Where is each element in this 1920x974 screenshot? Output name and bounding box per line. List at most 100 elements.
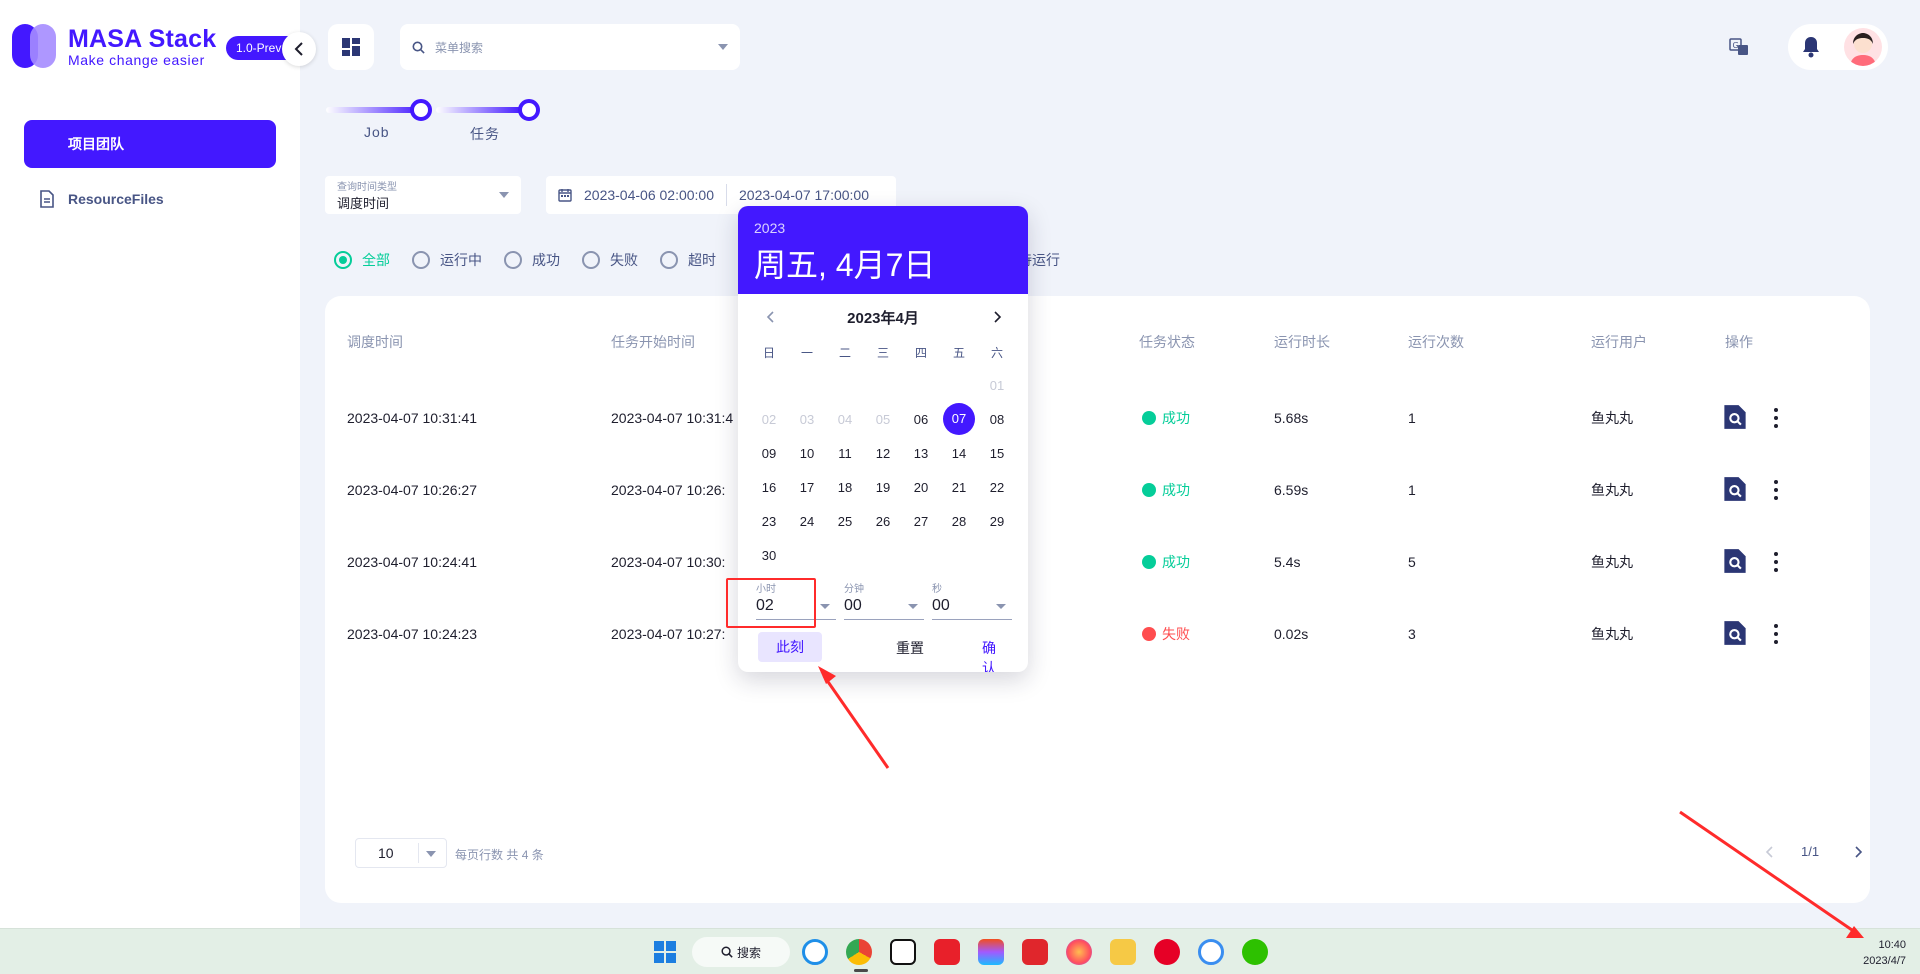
now-button[interactable]: 此刻: [758, 632, 822, 662]
second-field[interactable]: 秒 00: [932, 580, 1012, 620]
bell-icon: [1803, 37, 1819, 58]
day-18[interactable]: 18: [826, 480, 864, 495]
day-10[interactable]: 10: [788, 446, 826, 461]
more-vertical-icon[interactable]: [1771, 622, 1781, 646]
day-14[interactable]: 14: [940, 446, 978, 461]
day-29[interactable]: 29: [978, 514, 1016, 529]
cell-schedule-time: 2023-04-07 10:31:41: [347, 410, 477, 426]
day-06[interactable]: 06: [902, 412, 940, 427]
netease-music-icon[interactable]: [1154, 939, 1180, 965]
dashboard-button[interactable]: [328, 24, 374, 70]
more-vertical-icon[interactable]: [1771, 478, 1781, 502]
radio-all[interactable]: 全部: [334, 250, 390, 270]
browser-app-icon[interactable]: [1198, 939, 1224, 965]
table-row[interactable]: 2023-04-07 10:24:41 2023-04-07 10:30: 成功 5.…: [325, 549, 1870, 612]
day-28[interactable]: 28: [940, 514, 978, 529]
weekday-label: 一: [800, 345, 813, 360]
radio-failed[interactable]: 失败: [582, 250, 638, 270]
header-schedule-time: 调度时间: [347, 334, 403, 350]
copilot-app-icon[interactable]: [802, 939, 828, 965]
windows-start-icon[interactable]: [654, 941, 676, 963]
reset-button[interactable]: 重置: [896, 638, 924, 658]
day-23[interactable]: 23: [750, 514, 788, 529]
chevron-right-icon[interactable]: [1855, 845, 1863, 858]
table-row[interactable]: 2023-04-07 10:24:23 2023-04-07 10:27: 失败 0.…: [325, 621, 1870, 684]
app-subtitle: Make change easier: [68, 52, 205, 68]
day-30[interactable]: 30: [750, 548, 788, 563]
app-logo[interactable]: MASA Stack Make change easier: [12, 24, 216, 70]
wechat-app-icon[interactable]: [1242, 939, 1268, 965]
confirm-button[interactable]: 确认: [982, 638, 1008, 672]
cell-duration: 5.68s: [1274, 410, 1309, 426]
view-log-icon[interactable]: [1724, 548, 1746, 574]
notion-app-icon[interactable]: [890, 939, 916, 965]
day-21[interactable]: 21: [940, 480, 978, 495]
view-log-icon[interactable]: [1724, 404, 1746, 430]
more-vertical-icon[interactable]: [1771, 406, 1781, 430]
day-24[interactable]: 24: [788, 514, 826, 529]
picker-month-title[interactable]: 2023年4月: [847, 307, 919, 328]
day-09[interactable]: 09: [750, 446, 788, 461]
radio-running[interactable]: 运行中: [412, 250, 482, 270]
table-row[interactable]: 2023-04-07 10:26:27 2023-04-07 10:26: 成功 6.…: [325, 477, 1870, 540]
header-duration: 运行时长: [1274, 334, 1330, 350]
chrome-app-icon[interactable]: [846, 939, 872, 965]
chevron-down-icon: [499, 192, 509, 198]
day-11[interactable]: 11: [826, 446, 864, 461]
range-end[interactable]: 2023-04-07 17:00:00: [739, 187, 869, 203]
sidebar-item-resourcefiles[interactable]: ResourceFiles: [40, 186, 164, 212]
chevron-left-icon[interactable]: [1765, 845, 1773, 858]
view-log-icon[interactable]: [1724, 476, 1746, 502]
picker-header: 2023 周五, 4月7日: [738, 206, 1028, 294]
user-avatar[interactable]: [1844, 28, 1882, 66]
firefox-app-icon[interactable]: [1066, 939, 1092, 965]
step-progress: Job 任务: [326, 96, 546, 146]
sidebar-item-label: ResourceFiles: [68, 191, 164, 207]
day-19[interactable]: 19: [864, 480, 902, 495]
day-12[interactable]: 12: [864, 446, 902, 461]
radio-success[interactable]: 成功: [504, 250, 560, 270]
radio-timeout[interactable]: 超时: [660, 250, 716, 270]
minute-field[interactable]: 分钟 00: [844, 580, 924, 620]
task-table-card: 调度时间 任务开始时间 任务状态 运行时长 运行次数 运行用户 操作 2023-…: [325, 296, 1870, 903]
time-type-select[interactable]: 查询时间类型 调度时间: [325, 176, 521, 214]
day-25[interactable]: 25: [826, 514, 864, 529]
search-input[interactable]: 菜单搜索: [435, 39, 718, 56]
menu-search[interactable]: 菜单搜索: [400, 24, 740, 70]
day-08[interactable]: 08: [978, 412, 1016, 427]
day-13[interactable]: 13: [902, 446, 940, 461]
table-row[interactable]: 2023-04-07 10:31:41 2023-04-07 10:31:4 成功 5…: [325, 405, 1870, 468]
day-15[interactable]: 15: [978, 446, 1016, 461]
file-explorer-icon[interactable]: [1110, 939, 1136, 965]
figma-app-icon[interactable]: [978, 939, 1004, 965]
sidebar: MASA Stack Make change easier 1.0-Prev 项…: [0, 0, 302, 928]
day-22[interactable]: 22: [978, 480, 1016, 495]
collapse-sidebar-button[interactable]: [282, 32, 316, 66]
day-27[interactable]: 27: [902, 514, 940, 529]
day-16[interactable]: 16: [750, 480, 788, 495]
youdao-app-icon[interactable]: [934, 939, 960, 965]
picker-month-nav: 2023年4月: [738, 294, 1028, 340]
day-20[interactable]: 20: [902, 480, 940, 495]
sidebar-item-project-team[interactable]: 项目团队: [24, 120, 276, 168]
day-07[interactable]: 07: [943, 403, 975, 435]
day-26[interactable]: 26: [864, 514, 902, 529]
picker-year[interactable]: 2023: [754, 220, 1012, 236]
view-log-icon[interactable]: [1724, 620, 1746, 646]
status-dot: [1142, 483, 1156, 497]
day-17[interactable]: 17: [788, 480, 826, 495]
chevron-down-icon: [908, 604, 918, 609]
system-clock[interactable]: 10:40 2023/4/7: [1850, 937, 1906, 969]
step-dot-task[interactable]: [518, 99, 540, 121]
more-vertical-icon[interactable]: [1771, 550, 1781, 574]
page-size-select[interactable]: 10: [355, 838, 447, 868]
translate-button[interactable]: G: [1716, 24, 1762, 70]
taskbar-search[interactable]: 搜索: [692, 937, 790, 967]
pagination-nav: 1/1: [1765, 844, 1863, 859]
notifications-button[interactable]: [1788, 24, 1834, 70]
xmind-app-icon[interactable]: [1022, 939, 1048, 965]
range-start[interactable]: 2023-04-06 02:00:00: [584, 187, 714, 203]
step-dot-job[interactable]: [410, 99, 432, 121]
chevron-right-icon[interactable]: [994, 311, 1002, 323]
chevron-left-icon[interactable]: [766, 311, 774, 323]
